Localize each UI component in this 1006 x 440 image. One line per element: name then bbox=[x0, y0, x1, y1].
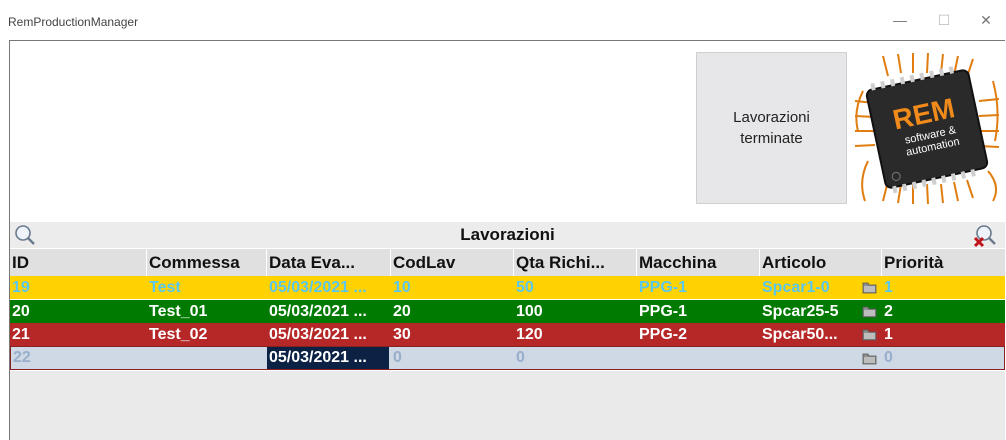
cell-articolo[interactable]: Spcar50... bbox=[760, 323, 861, 346]
cell-id[interactable]: 20 bbox=[10, 300, 146, 323]
col-header-codlav[interactable]: CodLav bbox=[391, 249, 513, 276]
cell-priorita[interactable]: 0 bbox=[882, 347, 1004, 369]
cell-data-selected[interactable]: 05/03/2021 ... bbox=[267, 347, 389, 369]
col-header-priorita[interactable]: Priorità bbox=[882, 249, 1005, 276]
folder-icon[interactable] bbox=[862, 304, 877, 318]
col-header-commessa[interactable]: Commessa bbox=[147, 249, 266, 276]
column-header-row: ID Commessa Data Eva... CodLav Qta Richi… bbox=[10, 249, 1005, 276]
cell-data[interactable]: 05/03/2021 ... bbox=[267, 323, 391, 346]
main-frame: Lavorazioni terminate REM software & aut… bbox=[9, 40, 1005, 440]
cell-macchina[interactable]: PPG-1 bbox=[637, 276, 759, 299]
folder-icon[interactable] bbox=[862, 351, 877, 365]
cell-commessa[interactable]: Test bbox=[147, 276, 266, 299]
col-header-id[interactable]: ID bbox=[10, 249, 146, 276]
grid-header-bar: Lavorazioni bbox=[10, 222, 1005, 248]
minimize-button[interactable]: — bbox=[885, 10, 915, 30]
cell-priorita[interactable]: 2 bbox=[882, 300, 1005, 323]
cell-codlav[interactable]: 0 bbox=[391, 347, 513, 369]
col-header-data[interactable]: Data Eva... bbox=[267, 249, 391, 276]
col-header-qta[interactable]: Qta Richi... bbox=[514, 249, 636, 276]
rem-logo: REM software & automation bbox=[854, 52, 1000, 205]
cell-qta[interactable]: 120 bbox=[514, 323, 636, 346]
cell-macchina[interactable]: PPG-1 bbox=[637, 300, 759, 323]
cell-macchina[interactable] bbox=[637, 347, 759, 369]
lavorazioni-terminate-button[interactable]: Lavorazioni terminate bbox=[696, 52, 847, 204]
cell-commessa[interactable]: Test_01 bbox=[147, 300, 266, 323]
folder-icon[interactable] bbox=[862, 280, 877, 294]
cell-codlav[interactable]: 30 bbox=[391, 323, 513, 346]
cell-id[interactable]: 22 bbox=[11, 347, 147, 369]
grid-title: Lavorazioni bbox=[460, 225, 555, 244]
cell-qta[interactable]: 50 bbox=[514, 276, 636, 299]
title-bar: RemProductionManager — ☐ ✕ bbox=[0, 0, 1006, 40]
cell-data[interactable]: 05/03/2021 ... bbox=[267, 300, 391, 323]
cell-id[interactable]: 19 bbox=[10, 276, 146, 299]
cell-id[interactable]: 21 bbox=[10, 323, 146, 346]
cell-commessa[interactable]: Test_02 bbox=[147, 323, 266, 346]
cell-macchina[interactable]: PPG-2 bbox=[637, 323, 759, 346]
cell-articolo[interactable]: Spcar25-5 bbox=[760, 300, 861, 323]
window-title: RemProductionManager bbox=[8, 15, 139, 29]
table-row[interactable]: 20 Test_01 05/03/2021 ... 20 100 PPG-1 S… bbox=[10, 300, 1005, 323]
col-header-articolo[interactable]: Articolo bbox=[760, 249, 861, 276]
cell-codlav[interactable]: 10 bbox=[391, 276, 513, 299]
cell-articolo[interactable] bbox=[760, 347, 861, 369]
cell-codlav[interactable]: 20 bbox=[391, 300, 513, 323]
cell-qta[interactable]: 100 bbox=[514, 300, 636, 323]
maximize-button[interactable]: ☐ bbox=[929, 10, 959, 30]
table-row[interactable]: 19 Test 05/03/2021 ... 10 50 PPG-1 Spcar… bbox=[10, 276, 1005, 299]
table-row[interactable]: 21 Test_02 05/03/2021 ... 30 120 PPG-2 S… bbox=[10, 323, 1005, 346]
grid-empty-area bbox=[10, 371, 1005, 440]
folder-icon[interactable] bbox=[862, 327, 877, 341]
cell-commessa[interactable] bbox=[148, 347, 267, 369]
col-header-macchina[interactable]: Macchina bbox=[637, 249, 759, 276]
close-button[interactable]: ✕ bbox=[971, 10, 1001, 30]
cell-articolo[interactable]: Spcar1-0 bbox=[760, 276, 861, 299]
new-row[interactable]: 22 05/03/2021 ... 0 0 0 bbox=[10, 346, 1005, 370]
clear-filter-icon[interactable] bbox=[973, 224, 999, 248]
cell-data[interactable]: 05/03/2021 ... bbox=[267, 276, 391, 299]
cell-priorita[interactable]: 1 bbox=[882, 276, 1005, 299]
cell-qta[interactable]: 0 bbox=[514, 347, 636, 369]
cell-priorita[interactable]: 1 bbox=[882, 323, 1005, 346]
